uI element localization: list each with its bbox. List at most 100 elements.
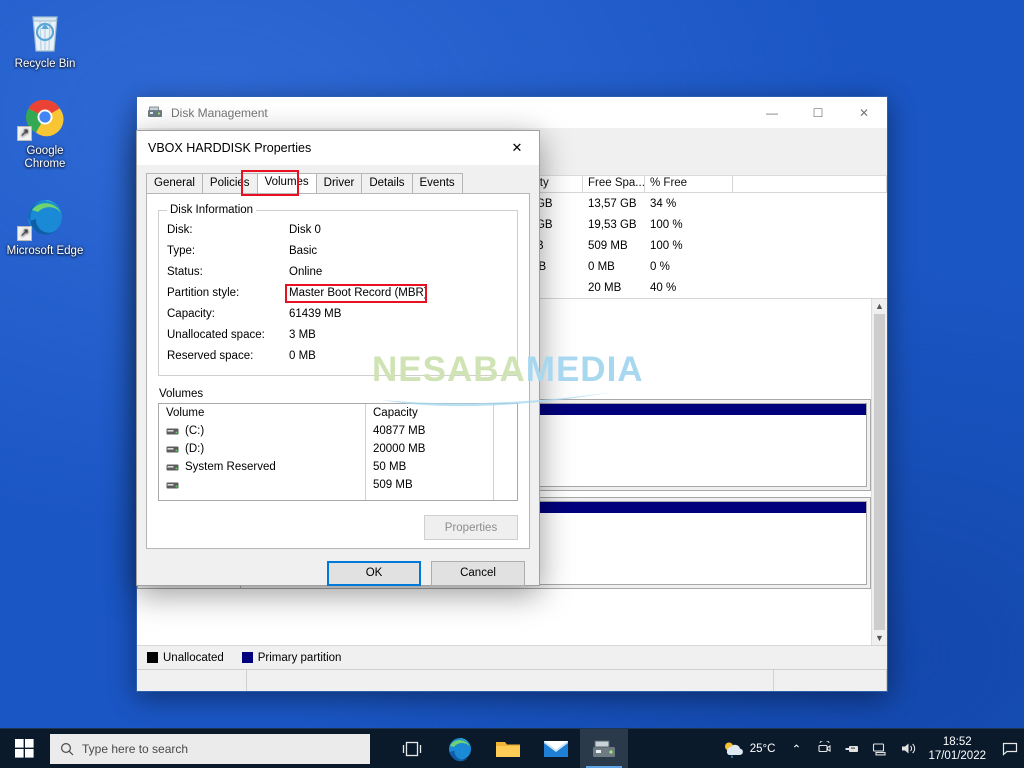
column-header-free-space[interactable]: Free Spa...	[583, 176, 645, 192]
field-value: 61439 MB	[289, 308, 342, 320]
dialog-titlebar[interactable]: VBOX HARDDISK Properties ✕	[137, 131, 539, 165]
volume-properties-button[interactable]: Properties	[424, 515, 518, 540]
tray-volume-icon[interactable]	[894, 741, 922, 756]
scrollbar-thumb[interactable]	[874, 314, 885, 630]
ok-button[interactable]: OK	[327, 560, 421, 586]
close-button[interactable]: ✕	[841, 97, 887, 128]
cell-free: 20 MB	[588, 281, 622, 294]
column-header-extra[interactable]	[733, 176, 887, 192]
desktop-icon-google-chrome[interactable]: ↗ Google Chrome	[5, 93, 85, 171]
search-input[interactable]: Type here to search	[50, 733, 370, 764]
cancel-button[interactable]: Cancel	[431, 560, 525, 586]
window-title: Disk Management	[171, 105, 268, 120]
field-value: Basic	[289, 245, 318, 257]
taskbar-button-mail[interactable]	[532, 729, 580, 768]
legend: Unallocated Primary partition	[137, 645, 887, 669]
list-item[interactable]	[159, 476, 365, 494]
camera-icon	[818, 741, 831, 753]
status-bar-segment	[247, 670, 774, 691]
field-value: Online	[289, 266, 323, 278]
volume-name: (C:)	[185, 425, 205, 437]
list-item[interactable]: (C:)	[159, 422, 365, 440]
taskbar-button-disk-management[interactable]	[580, 728, 628, 768]
mail-icon	[544, 740, 568, 757]
cell-free: 0 MB	[588, 260, 615, 273]
drive-icon	[166, 482, 179, 488]
field-type: Type: Basic	[167, 241, 509, 262]
speaker-icon	[901, 743, 916, 754]
search-placeholder: Type here to search	[82, 741, 189, 756]
shortcut-arrow-icon: ↗	[17, 226, 32, 241]
field-label: Capacity:	[167, 308, 215, 320]
windows-start-icon	[14, 739, 34, 758]
desktop-icon-microsoft-edge[interactable]: ↗ Microsoft Edge	[5, 193, 85, 258]
tab-driver[interactable]: Driver	[315, 173, 363, 193]
task-view-icon	[402, 741, 422, 756]
taskbar: Type here to search 25°C ⌃ 18:52 17/01/2…	[0, 728, 1024, 768]
volumes-list-volume-column: Volume (C:) (D:) System Reserved	[159, 404, 365, 500]
weather-rain-icon	[724, 742, 743, 758]
tab-volumes[interactable]: Volumes	[256, 173, 317, 193]
field-value: 0 MB	[289, 350, 316, 362]
field-label: Status:	[167, 266, 203, 278]
tray-usb-icon[interactable]	[838, 742, 866, 756]
tray-weather[interactable]: 25°C	[715, 740, 783, 758]
taskbar-button-edge[interactable]	[436, 729, 484, 768]
volumes-list-header-capacity[interactable]: Capacity	[366, 404, 493, 422]
chrome-icon: ↗	[5, 93, 85, 141]
volumes-list-capacity-column: Capacity 40877 MB 20000 MB 50 MB 509 MB	[365, 404, 493, 500]
drive-icon	[166, 428, 179, 434]
start-button[interactable]	[0, 729, 48, 768]
field-label: Disk:	[167, 224, 193, 236]
tab-policies[interactable]: Policies	[201, 173, 258, 193]
desktop-icon-recycle-bin[interactable]: Recycle Bin	[5, 6, 85, 71]
field-unallocated-space: Unallocated space: 3 MB	[167, 325, 509, 346]
field-label: Reserved space:	[167, 350, 254, 362]
properties-button-row: Properties	[158, 515, 518, 540]
field-disk: Disk: Disk 0	[167, 220, 509, 241]
volumes-list-extra-column	[493, 404, 517, 500]
network-icon	[873, 742, 886, 755]
list-item[interactable]: System Reserved	[159, 458, 365, 476]
cell-percent-free: 34 %	[650, 197, 677, 210]
volumes-list-label: Volumes	[159, 388, 204, 400]
action-center-button[interactable]	[996, 742, 1024, 756]
window-titlebar[interactable]: Disk Management — ☐ ✕	[137, 97, 887, 128]
tab-events[interactable]: Events	[411, 173, 463, 193]
dialog-title: VBOX HARDDISK Properties	[148, 141, 312, 155]
field-value: Master Boot Record (MBR)	[289, 287, 428, 299]
dialog-close-button[interactable]: ✕	[495, 131, 539, 165]
tray-network-icon[interactable]	[866, 742, 894, 756]
field-label: Unallocated space:	[167, 329, 265, 341]
tray-camera-icon[interactable]	[810, 741, 838, 756]
scroll-down-icon[interactable]: ▼	[875, 633, 884, 643]
field-label: Partition style:	[167, 287, 240, 299]
usb-icon	[845, 745, 859, 752]
volumes-tab-panel: Disk Information Disk: Disk 0 Type: Basi…	[146, 193, 530, 549]
vertical-scrollbar[interactable]: ▲ ▼	[871, 299, 887, 645]
tab-general[interactable]: General	[146, 173, 203, 193]
list-item[interactable]: (D:)	[159, 440, 365, 458]
disk-management-icon	[147, 105, 163, 121]
shortcut-arrow-icon: ↗	[17, 126, 32, 141]
volumes-list[interactable]: Volume (C:) (D:) System Reserved Capacit…	[158, 403, 518, 501]
minimize-button[interactable]: —	[749, 97, 795, 128]
volumes-list-header-volume[interactable]: Volume	[159, 404, 365, 422]
tray-time: 18:52	[942, 735, 972, 748]
volume-capacity: 20000 MB	[373, 443, 426, 455]
tray-chevron-up-icon[interactable]: ⌃	[782, 742, 810, 756]
edge-icon: ↗	[5, 193, 85, 241]
disk-management-icon	[593, 740, 615, 757]
properties-dialog: VBOX HARDDISK Properties ✕ General Polic…	[136, 130, 540, 586]
dialog-button-row: OK Cancel	[137, 549, 539, 597]
taskbar-button-file-explorer[interactable]	[484, 729, 532, 768]
volume-capacity: 50 MB	[373, 461, 407, 473]
taskbar-button-task-view[interactable]	[388, 729, 436, 768]
scroll-up-icon[interactable]: ▲	[875, 301, 884, 311]
field-status: Status: Online	[167, 262, 509, 283]
maximize-button[interactable]: ☐	[795, 97, 841, 128]
speech-bubble-icon	[1002, 742, 1018, 756]
tab-details[interactable]: Details	[361, 173, 413, 193]
column-header-percent-free[interactable]: % Free	[645, 176, 733, 192]
tray-clock[interactable]: 18:52 17/01/2022	[922, 735, 996, 763]
